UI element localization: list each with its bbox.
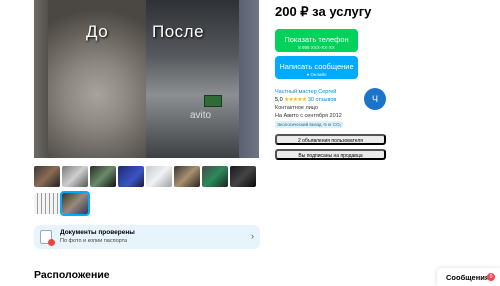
thumbnail[interactable]	[174, 166, 200, 187]
seller-name-link[interactable]: Частный мастер Сергей	[275, 89, 336, 95]
thumbnail[interactable]	[202, 166, 228, 187]
eco-badge[interactable]: Экологический вклад -5 кг CO₂	[275, 121, 344, 128]
seller-rating: 5,0 ★★★★★ 30 отзывов	[275, 97, 336, 103]
seller-since: На Авито с сентября 2012	[275, 113, 342, 119]
chevron-right-icon: ›	[251, 231, 254, 241]
main-photo[interactable]	[34, 0, 259, 158]
thumbnail[interactable]	[34, 193, 60, 214]
photo-blur-left	[34, 0, 48, 158]
photo-watermark: avito	[190, 110, 212, 121]
thumbnail[interactable]	[90, 166, 116, 187]
thumbnail[interactable]	[34, 166, 60, 187]
photo-label-after: После	[152, 22, 205, 41]
thumbnail[interactable]	[146, 166, 172, 187]
messages-widget[interactable]: Сообщения 9	[437, 268, 500, 286]
docs-subtitle: По фото и копии паспорта	[60, 238, 128, 244]
photo-blur-right	[239, 0, 259, 158]
price: 200 ₽ за услугу	[275, 4, 372, 19]
photo-label-before: До	[86, 22, 109, 41]
subscribed-button[interactable]: Вы подписаны на продавца	[275, 149, 386, 160]
online-status: ● Онлайн	[306, 72, 327, 77]
documents-verified-card[interactable]: Документы проверены По фото и копии пасп…	[34, 225, 260, 249]
avatar[interactable]: Ч	[364, 88, 386, 110]
thumbnail[interactable]	[118, 166, 144, 187]
rating-value: 5,0	[275, 97, 283, 103]
docs-title: Документы проверены	[60, 229, 135, 236]
thumbnail-active[interactable]	[60, 191, 90, 216]
rating-stars-icon: ★★★★★	[284, 97, 307, 103]
reviews-link[interactable]: 30 отзывов	[308, 97, 336, 103]
masked-phone: 8 999 XXX-XX-XX	[298, 45, 335, 50]
circuit-board	[204, 95, 222, 107]
write-message-label: Написать сообщение	[279, 62, 354, 71]
thumbnail[interactable]	[62, 166, 88, 187]
thumbnail[interactable]	[230, 166, 256, 187]
messages-label: Сообщения	[446, 273, 490, 282]
document-check-icon	[40, 230, 55, 246]
messages-badge: 9	[487, 273, 495, 281]
location-title: Расположение	[34, 269, 110, 281]
contact-type: Контактное лицо	[275, 105, 318, 111]
show-phone-button[interactable]: Показать телефон 8 999 XXX-XX-XX	[275, 29, 358, 52]
show-phone-label: Показать телефон	[284, 35, 349, 44]
write-message-button[interactable]: Написать сообщение ● Онлайн	[275, 56, 358, 79]
user-listings-button[interactable]: 2 объявления пользователя	[275, 134, 386, 145]
